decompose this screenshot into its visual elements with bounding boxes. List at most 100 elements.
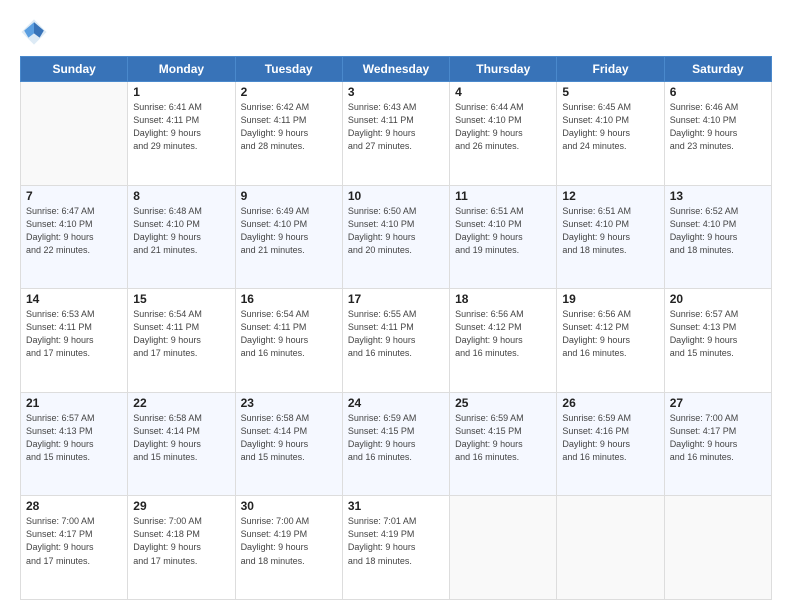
page: SundayMondayTuesdayWednesdayThursdayFrid…	[0, 0, 792, 612]
day-number: 7	[26, 189, 122, 203]
day-info: Sunrise: 6:57 AM Sunset: 4:13 PM Dayligh…	[670, 308, 766, 360]
day-info: Sunrise: 6:54 AM Sunset: 4:11 PM Dayligh…	[133, 308, 229, 360]
day-info: Sunrise: 6:48 AM Sunset: 4:10 PM Dayligh…	[133, 205, 229, 257]
week-row-4: 21Sunrise: 6:57 AM Sunset: 4:13 PM Dayli…	[21, 392, 772, 496]
calendar-table: SundayMondayTuesdayWednesdayThursdayFrid…	[20, 56, 772, 600]
day-info: Sunrise: 6:46 AM Sunset: 4:10 PM Dayligh…	[670, 101, 766, 153]
day-number: 13	[670, 189, 766, 203]
day-number: 26	[562, 396, 658, 410]
day-info: Sunrise: 6:50 AM Sunset: 4:10 PM Dayligh…	[348, 205, 444, 257]
calendar-cell: 6 Sunrise: 6:46 AM Sunset: 4:10 PM Daylig…	[664, 82, 771, 186]
day-number: 17	[348, 292, 444, 306]
day-number: 10	[348, 189, 444, 203]
day-info: Sunrise: 6:44 AM Sunset: 4:10 PM Dayligh…	[455, 101, 551, 153]
day-info: Sunrise: 6:43 AM Sunset: 4:11 PM Dayligh…	[348, 101, 444, 153]
day-number: 16	[241, 292, 337, 306]
day-number: 30	[241, 499, 337, 513]
day-info: Sunrise: 6:42 AM Sunset: 4:11 PM Dayligh…	[241, 101, 337, 153]
day-number: 28	[26, 499, 122, 513]
day-info: Sunrise: 6:59 AM Sunset: 4:15 PM Dayligh…	[348, 412, 444, 464]
day-info: Sunrise: 6:47 AM Sunset: 4:10 PM Dayligh…	[26, 205, 122, 257]
day-info: Sunrise: 6:58 AM Sunset: 4:14 PM Dayligh…	[133, 412, 229, 464]
day-number: 31	[348, 499, 444, 513]
calendar-cell: 30 Sunrise: 7:00 AM Sunset: 4:19 PM Dayli…	[235, 496, 342, 600]
day-number: 15	[133, 292, 229, 306]
day-number: 6	[670, 85, 766, 99]
day-info: Sunrise: 6:51 AM Sunset: 4:10 PM Dayligh…	[455, 205, 551, 257]
day-info: Sunrise: 6:49 AM Sunset: 4:10 PM Dayligh…	[241, 205, 337, 257]
day-info: Sunrise: 6:55 AM Sunset: 4:11 PM Dayligh…	[348, 308, 444, 360]
calendar-cell: 11Sunrise: 6:51 AM Sunset: 4:10 PM Dayli…	[450, 185, 557, 289]
calendar-cell: 21Sunrise: 6:57 AM Sunset: 4:13 PM Dayli…	[21, 392, 128, 496]
header	[20, 18, 772, 46]
weekday-thursday: Thursday	[450, 57, 557, 82]
calendar-cell: 8 Sunrise: 6:48 AM Sunset: 4:10 PM Daylig…	[128, 185, 235, 289]
week-row-2: 7 Sunrise: 6:47 AM Sunset: 4:10 PM Daylig…	[21, 185, 772, 289]
day-number: 22	[133, 396, 229, 410]
day-number: 12	[562, 189, 658, 203]
logo-icon	[20, 18, 48, 46]
day-info: Sunrise: 6:56 AM Sunset: 4:12 PM Dayligh…	[455, 308, 551, 360]
day-info: Sunrise: 6:52 AM Sunset: 4:10 PM Dayligh…	[670, 205, 766, 257]
day-number: 24	[348, 396, 444, 410]
day-info: Sunrise: 6:51 AM Sunset: 4:10 PM Dayligh…	[562, 205, 658, 257]
day-info: Sunrise: 7:00 AM Sunset: 4:18 PM Dayligh…	[133, 515, 229, 567]
weekday-friday: Friday	[557, 57, 664, 82]
week-row-3: 14 Sunrise: 6:53 AM Sunset: 4:11 PM Dayli…	[21, 289, 772, 393]
day-number: 19	[562, 292, 658, 306]
day-number: 14	[26, 292, 122, 306]
weekday-header-row: SundayMondayTuesdayWednesdayThursdayFrid…	[21, 57, 772, 82]
day-number: 25	[455, 396, 551, 410]
day-info: Sunrise: 6:45 AM Sunset: 4:10 PM Dayligh…	[562, 101, 658, 153]
day-number: 1	[133, 85, 229, 99]
day-info: Sunrise: 7:00 AM Sunset: 4:19 PM Dayligh…	[241, 515, 337, 567]
calendar-cell: 15 Sunrise: 6:54 AM Sunset: 4:11 PM Dayli…	[128, 289, 235, 393]
calendar-cell: 20 Sunrise: 6:57 AM Sunset: 4:13 PM Dayli…	[664, 289, 771, 393]
day-number: 3	[348, 85, 444, 99]
day-info: Sunrise: 6:58 AM Sunset: 4:14 PM Dayligh…	[241, 412, 337, 464]
calendar-cell	[21, 82, 128, 186]
day-number: 2	[241, 85, 337, 99]
calendar-cell: 26 Sunrise: 6:59 AM Sunset: 4:16 PM Dayli…	[557, 392, 664, 496]
calendar-cell: 13 Sunrise: 6:52 AM Sunset: 4:10 PM Dayli…	[664, 185, 771, 289]
calendar-cell: 7 Sunrise: 6:47 AM Sunset: 4:10 PM Daylig…	[21, 185, 128, 289]
week-row-5: 28 Sunrise: 7:00 AM Sunset: 4:17 PM Dayli…	[21, 496, 772, 600]
day-number: 20	[670, 292, 766, 306]
calendar-cell	[557, 496, 664, 600]
calendar-cell: 1 Sunrise: 6:41 AM Sunset: 4:11 PM Daylig…	[128, 82, 235, 186]
day-info: Sunrise: 6:53 AM Sunset: 4:11 PM Dayligh…	[26, 308, 122, 360]
week-row-1: 1 Sunrise: 6:41 AM Sunset: 4:11 PM Daylig…	[21, 82, 772, 186]
calendar-cell: 31 Sunrise: 7:01 AM Sunset: 4:19 PM Dayli…	[342, 496, 449, 600]
day-number: 23	[241, 396, 337, 410]
day-info: Sunrise: 6:41 AM Sunset: 4:11 PM Dayligh…	[133, 101, 229, 153]
weekday-sunday: Sunday	[21, 57, 128, 82]
day-info: Sunrise: 7:01 AM Sunset: 4:19 PM Dayligh…	[348, 515, 444, 567]
day-number: 18	[455, 292, 551, 306]
day-number: 8	[133, 189, 229, 203]
day-info: Sunrise: 6:57 AM Sunset: 4:13 PM Dayligh…	[26, 412, 122, 464]
calendar-cell: 29 Sunrise: 7:00 AM Sunset: 4:18 PM Dayli…	[128, 496, 235, 600]
calendar-cell: 10 Sunrise: 6:50 AM Sunset: 4:10 PM Dayli…	[342, 185, 449, 289]
calendar-cell: 16 Sunrise: 6:54 AM Sunset: 4:11 PM Dayli…	[235, 289, 342, 393]
day-info: Sunrise: 6:59 AM Sunset: 4:16 PM Dayligh…	[562, 412, 658, 464]
calendar-cell: 19 Sunrise: 6:56 AM Sunset: 4:12 PM Dayli…	[557, 289, 664, 393]
day-number: 4	[455, 85, 551, 99]
weekday-monday: Monday	[128, 57, 235, 82]
calendar-cell: 18 Sunrise: 6:56 AM Sunset: 4:12 PM Dayli…	[450, 289, 557, 393]
calendar-cell	[450, 496, 557, 600]
day-info: Sunrise: 6:59 AM Sunset: 4:15 PM Dayligh…	[455, 412, 551, 464]
weekday-wednesday: Wednesday	[342, 57, 449, 82]
day-number: 5	[562, 85, 658, 99]
logo	[20, 18, 54, 46]
calendar-cell: 17 Sunrise: 6:55 AM Sunset: 4:11 PM Dayli…	[342, 289, 449, 393]
day-number: 29	[133, 499, 229, 513]
calendar-cell: 5 Sunrise: 6:45 AM Sunset: 4:10 PM Daylig…	[557, 82, 664, 186]
day-info: Sunrise: 6:54 AM Sunset: 4:11 PM Dayligh…	[241, 308, 337, 360]
day-info: Sunrise: 7:00 AM Sunset: 4:17 PM Dayligh…	[670, 412, 766, 464]
calendar-cell	[664, 496, 771, 600]
calendar-cell: 24 Sunrise: 6:59 AM Sunset: 4:15 PM Dayli…	[342, 392, 449, 496]
day-info: Sunrise: 7:00 AM Sunset: 4:17 PM Dayligh…	[26, 515, 122, 567]
day-info: Sunrise: 6:56 AM Sunset: 4:12 PM Dayligh…	[562, 308, 658, 360]
calendar-cell: 4 Sunrise: 6:44 AM Sunset: 4:10 PM Daylig…	[450, 82, 557, 186]
day-number: 27	[670, 396, 766, 410]
